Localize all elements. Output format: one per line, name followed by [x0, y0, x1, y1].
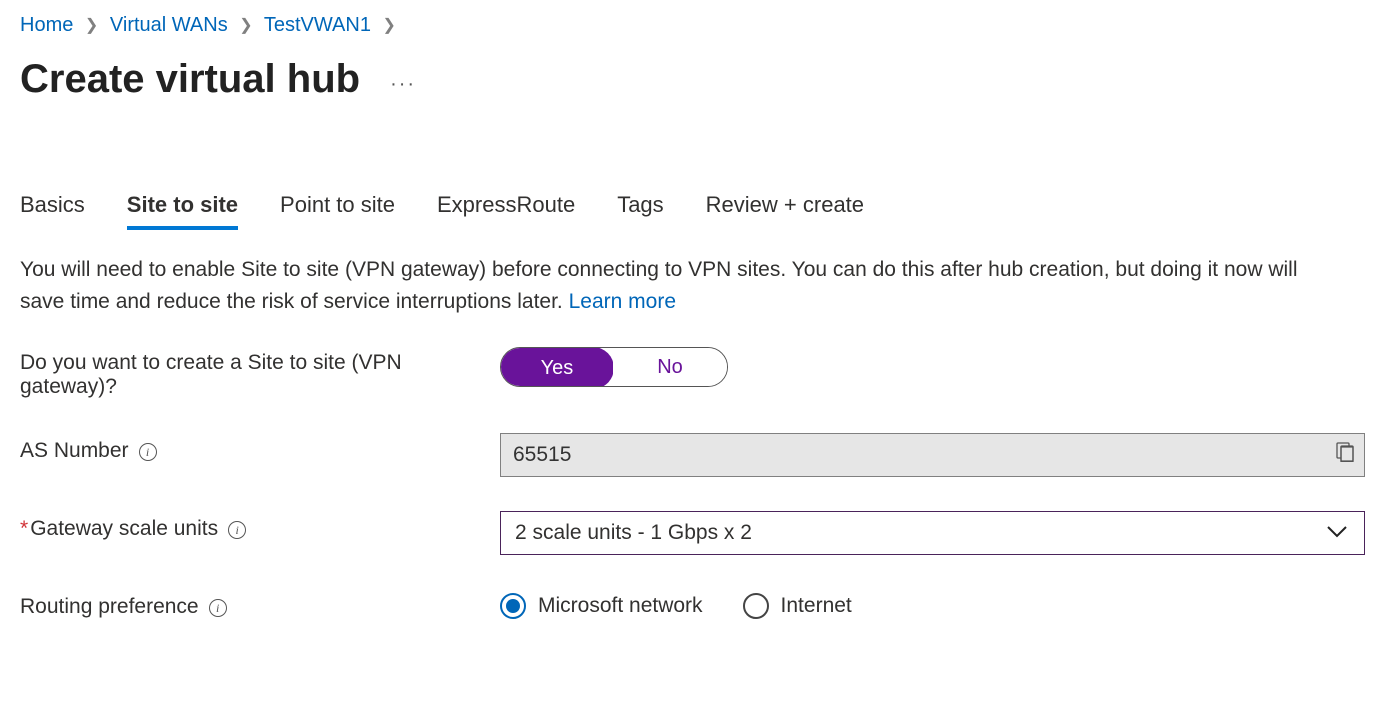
breadcrumb-home[interactable]: Home — [20, 14, 73, 36]
chevron-down-icon — [1326, 521, 1348, 545]
info-icon[interactable]: i — [209, 599, 227, 617]
breadcrumb-virtual-wans[interactable]: Virtual WANs — [110, 14, 228, 36]
radio-icon — [743, 593, 769, 619]
copy-icon[interactable] — [1336, 442, 1354, 468]
info-icon[interactable]: i — [228, 521, 246, 539]
scale-units-select[interactable]: 2 scale units - 1 Gbps x 2 — [500, 511, 1365, 555]
routing-pref-label: Routing preference i — [20, 589, 500, 619]
chevron-right-icon: ❯ — [239, 17, 252, 34]
breadcrumb-testvwan1[interactable]: TestVWAN1 — [264, 14, 371, 36]
routing-opt-microsoft[interactable]: Microsoft network — [500, 593, 703, 619]
scale-units-value: 2 scale units - 1 Gbps x 2 — [515, 521, 752, 545]
chevron-right-icon: ❯ — [383, 17, 396, 34]
breadcrumb: Home ❯ Virtual WANs ❯ TestVWAN1 ❯ — [20, 0, 1365, 47]
tab-site-to-site[interactable]: Site to site — [127, 192, 238, 230]
tab-review-create[interactable]: Review + create — [706, 192, 864, 230]
tab-point-to-site[interactable]: Point to site — [280, 192, 395, 230]
tab-basics[interactable]: Basics — [20, 192, 85, 230]
info-icon[interactable]: i — [139, 443, 157, 461]
create-gateway-toggle[interactable]: Yes No — [500, 347, 728, 387]
chevron-right-icon: ❯ — [85, 17, 98, 34]
scale-units-label: *Gateway scale units i — [20, 511, 500, 541]
toggle-yes[interactable]: Yes — [500, 347, 614, 387]
as-number-field: 65515 — [500, 433, 1365, 477]
tab-tags[interactable]: Tags — [617, 192, 663, 230]
create-gateway-label: Do you want to create a Site to site (VP… — [20, 347, 500, 399]
as-number-label: AS Number i — [20, 433, 500, 463]
intro-text: You will need to enable Site to site (VP… — [20, 254, 1320, 317]
page-title: Create virtual hub — [20, 57, 360, 102]
routing-opt-internet[interactable]: Internet — [743, 593, 852, 619]
tab-strip: Basics Site to site Point to site Expres… — [20, 192, 1365, 230]
learn-more-link[interactable]: Learn more — [569, 290, 676, 313]
tab-expressroute[interactable]: ExpressRoute — [437, 192, 575, 230]
routing-pref-group: Microsoft network Internet — [500, 589, 1365, 619]
toggle-no[interactable]: No — [613, 348, 727, 386]
as-number-value: 65515 — [513, 443, 571, 467]
radio-icon — [500, 593, 526, 619]
more-actions-icon[interactable]: ··· — [390, 63, 416, 96]
